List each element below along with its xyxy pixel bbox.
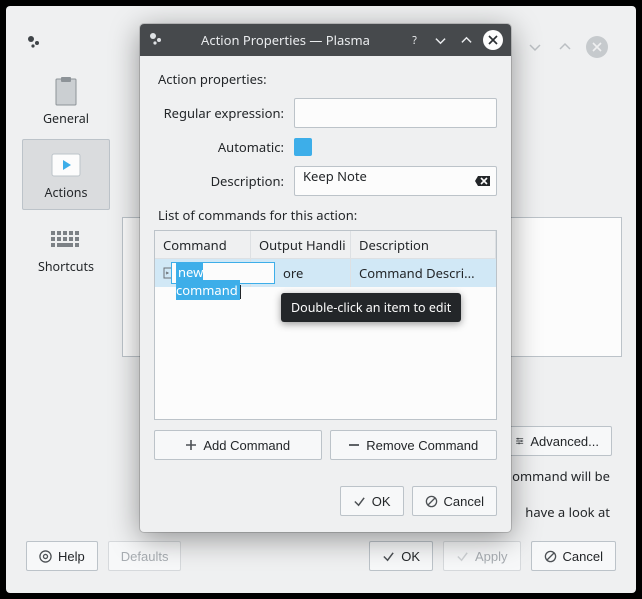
- lifebuoy-icon: [39, 550, 52, 563]
- close-icon[interactable]: [586, 36, 608, 58]
- automatic-checkbox[interactable]: [294, 138, 312, 156]
- dialog-titlebar[interactable]: Action Properties — Plasma ?: [140, 24, 511, 56]
- label-regex: Regular expression:: [154, 104, 284, 122]
- prohibit-icon: [425, 495, 438, 508]
- help-icon[interactable]: ?: [405, 31, 423, 49]
- apply-button: Apply: [443, 541, 521, 571]
- cell-description[interactable]: Command Descri...: [351, 259, 496, 287]
- label-automatic: Automatic:: [154, 138, 284, 156]
- ok-button[interactable]: OK: [369, 541, 433, 571]
- action-properties-dialog: Action Properties — Plasma ? Action prop…: [140, 24, 511, 532]
- sidebar-item-label: Shortcuts: [38, 258, 94, 275]
- advanced-button[interactable]: Advanced...: [502, 426, 612, 456]
- dialog-title: Action Properties — Plasma: [174, 31, 397, 49]
- check-icon: [353, 495, 366, 508]
- maximize-icon[interactable]: [556, 38, 574, 56]
- col-output[interactable]: Output Handli: [251, 231, 351, 258]
- cancel-button[interactable]: Cancel: [412, 486, 497, 516]
- plus-icon: [185, 439, 197, 451]
- sidebar-item-label: Actions: [44, 184, 87, 201]
- dialog-heading: Action properties:: [154, 70, 497, 88]
- tooltip: Double-click an item to edit: [281, 293, 461, 322]
- chevron-up-icon[interactable]: [457, 31, 475, 49]
- chevron-down-icon[interactable]: [431, 31, 449, 49]
- svg-text:?: ?: [412, 34, 417, 47]
- check-icon: [382, 550, 395, 563]
- outer-frame: ? General Actions: [6, 6, 636, 593]
- table-action-row: Add Command Remove Command: [154, 430, 497, 460]
- regex-input[interactable]: [294, 98, 497, 128]
- prohibit-icon: [544, 550, 557, 563]
- command-edit-input[interactable]: new command: [171, 262, 275, 284]
- cmd-list-label: List of commands for this action:: [158, 206, 497, 224]
- sidebar-item-general[interactable]: General: [22, 66, 110, 135]
- check-icon: [456, 550, 469, 563]
- sidebar-item-actions[interactable]: Actions: [22, 139, 110, 210]
- description-input[interactable]: Keep Note: [294, 166, 497, 196]
- row-automatic: Automatic:: [154, 138, 497, 156]
- remove-command-button[interactable]: Remove Command: [330, 430, 498, 460]
- dialog-bottom-buttons: OK Cancel: [154, 486, 497, 516]
- sliders-icon: [515, 434, 524, 448]
- clipboard-icon: [48, 76, 84, 106]
- sidebar-item-label: General: [43, 110, 89, 127]
- table-header: Command Output Handli Description: [155, 231, 496, 259]
- col-description[interactable]: Description: [351, 231, 496, 258]
- close-icon[interactable]: [483, 30, 503, 50]
- clear-icon[interactable]: [474, 172, 492, 190]
- add-command-button[interactable]: Add Command: [154, 430, 322, 460]
- advanced-label: Advanced...: [530, 434, 599, 449]
- minus-icon: [348, 439, 360, 451]
- commands-table: Command Output Handli Description ore Co…: [154, 230, 497, 420]
- row-description: Description: Keep Note: [154, 166, 497, 196]
- help-button[interactable]: Help: [26, 541, 98, 571]
- label-description: Description:: [154, 172, 284, 190]
- cancel-button[interactable]: Cancel: [531, 541, 616, 571]
- row-regex: Regular expression:: [154, 98, 497, 128]
- sidebar-item-shortcuts[interactable]: Shortcuts: [22, 214, 110, 283]
- sidebar: General Actions: [18, 54, 114, 531]
- col-command[interactable]: Command: [155, 231, 251, 258]
- plasma-icon: [148, 31, 166, 49]
- defaults-button: Defaults: [108, 541, 182, 571]
- bg-bottom-bar: Help Defaults OK Apply Cancel: [20, 535, 622, 577]
- actions-icon: [48, 150, 84, 180]
- keyboard-icon: [48, 224, 84, 254]
- ok-button[interactable]: OK: [340, 486, 404, 516]
- minimize-icon[interactable]: [526, 38, 544, 56]
